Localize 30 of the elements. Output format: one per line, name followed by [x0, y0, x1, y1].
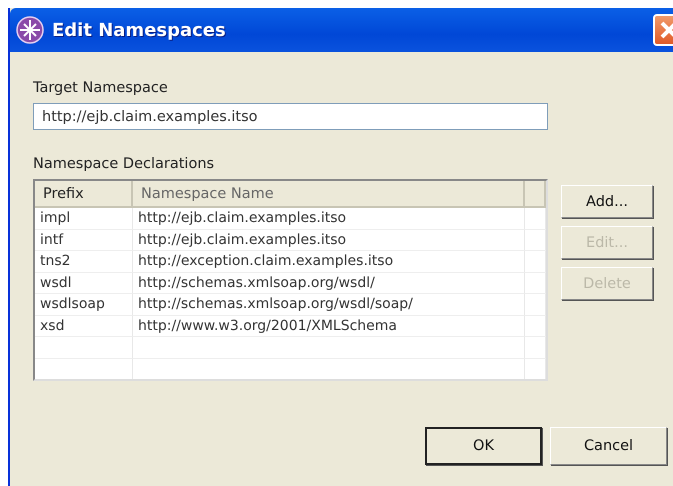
- table-cell: intf: [35, 230, 133, 251]
- empty-cell: [525, 251, 546, 272]
- empty-cell: [525, 294, 546, 316]
- column-header: [525, 181, 546, 208]
- table-cell: http://exception.claim.examples.itso: [133, 251, 525, 272]
- table-cell: http://ejb.claim.examples.itso: [133, 230, 525, 251]
- table-cell: http://www.w3.org/2001/XMLSchema: [133, 316, 525, 337]
- empty-cell: [525, 230, 546, 251]
- table-cell: wsdl: [35, 272, 133, 294]
- input-field[interactable]: http://ejb.claim.examples.itso: [33, 103, 548, 130]
- table-cell: http://schemas.xmlsoap.org/wsdl/: [133, 272, 525, 294]
- empty-cell: [525, 337, 546, 358]
- table-cell: tns2: [35, 251, 133, 272]
- table-label: Namespace Declarations: [33, 156, 216, 172]
- table-cell: wsdlsoap: [35, 294, 133, 316]
- window-title: Edit Namespaces: [52, 20, 227, 40]
- ok-button[interactable]: OK: [425, 427, 542, 465]
- table-cell: http://ejb.claim.examples.itso: [133, 208, 525, 230]
- cancel-button[interactable]: Cancel: [550, 427, 667, 465]
- table-cell: xsd: [35, 316, 133, 337]
- column-header[interactable]: Namespace Name: [133, 181, 525, 208]
- table-cell: impl: [35, 208, 133, 230]
- side-button[interactable]: Add...: [561, 185, 653, 218]
- field-label: Target Namespace: [33, 80, 169, 96]
- column-header[interactable]: Prefix: [35, 181, 133, 208]
- table-cell: http://schemas.xmlsoap.org/wsdl/soap/: [133, 294, 525, 316]
- empty-cell: [525, 272, 546, 294]
- app-icon: [16, 16, 44, 44]
- empty-cell: [525, 316, 546, 337]
- close-icon: [659, 20, 673, 40]
